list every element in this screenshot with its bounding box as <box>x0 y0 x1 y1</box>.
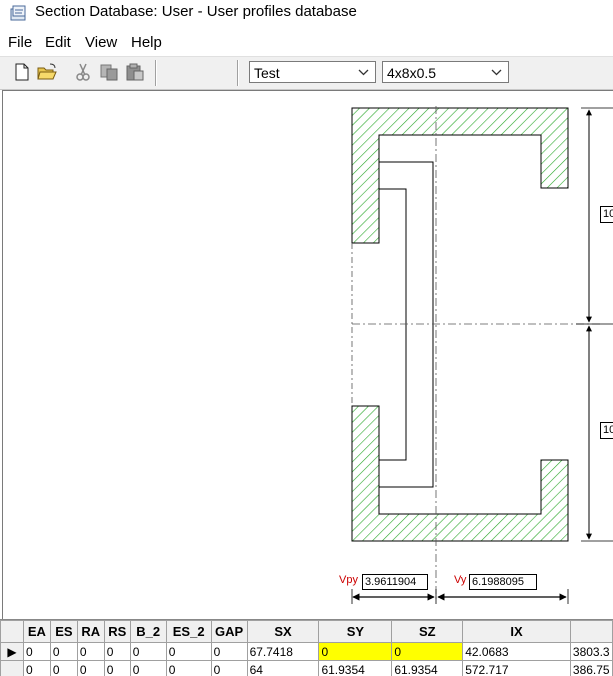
table-cell-highlighted[interactable]: 0 <box>392 643 463 661</box>
profile-type-value: Test <box>254 65 280 81</box>
toolbar-separator <box>155 60 157 86</box>
table-cell[interactable]: 386.75 <box>570 661 612 676</box>
table-cell[interactable]: 0 <box>77 661 104 676</box>
table-cell[interactable]: 0 <box>104 661 130 676</box>
table-header-row: EA ES RA RS B_2 ES_2 GAP SX SY SZ IX <box>1 621 613 643</box>
window-title: Section Database: User - User profiles d… <box>35 3 357 20</box>
column-header-gap[interactable]: GAP <box>211 621 247 643</box>
row-indicator[interactable] <box>1 661 24 676</box>
row-indicator[interactable]: ▶ <box>1 643 24 661</box>
column-header-es[interactable]: ES <box>50 621 77 643</box>
column-header-sy[interactable]: SY <box>319 621 392 643</box>
cut-icon[interactable] <box>72 62 94 82</box>
section-drawing <box>3 91 613 619</box>
table-cell[interactable]: 42.0683 <box>463 643 571 661</box>
table-row[interactable]: ▶ 0 0 0 0 0 0 0 67.7418 0 0 42.0683 3803… <box>1 643 613 661</box>
menu-bar: File Edit View Help <box>0 32 613 54</box>
table-cell[interactable]: 64 <box>247 661 319 676</box>
vy-value-box: 6.1988095 <box>469 574 537 590</box>
menu-view[interactable]: View <box>85 34 117 51</box>
table-cell[interactable]: 0 <box>77 643 104 661</box>
section-properties-grid[interactable]: EA ES RA RS B_2 ES_2 GAP SX SY SZ IX ▶ 0… <box>0 619 613 676</box>
title-bar: Section Database: User - User profiles d… <box>0 0 613 30</box>
column-header-es2[interactable]: ES_2 <box>166 621 211 643</box>
paste-icon[interactable] <box>124 62 146 82</box>
column-header-sx[interactable]: SX <box>247 621 319 643</box>
table-cell[interactable]: 0 <box>130 661 166 676</box>
section-name-select[interactable]: 4x8x0.5 <box>382 61 509 83</box>
column-header-next[interactable] <box>570 621 612 643</box>
table-cell[interactable]: 0 <box>166 661 211 676</box>
profile-type-select[interactable]: Test <box>249 61 376 83</box>
menu-help[interactable]: Help <box>131 34 162 51</box>
column-header-sz[interactable]: SZ <box>392 621 463 643</box>
copy-icon[interactable] <box>98 62 120 82</box>
chevron-down-icon <box>491 67 502 77</box>
column-header-ra[interactable]: RA <box>77 621 104 643</box>
table-cell[interactable]: 3803.3 <box>570 643 612 661</box>
column-header-ix[interactable]: IX <box>463 621 571 643</box>
dim-label-lower: 10 <box>600 422 613 439</box>
dim-label-upper: 10 <box>600 206 613 223</box>
menu-edit[interactable]: Edit <box>45 34 71 51</box>
table-cell[interactable]: 0 <box>166 643 211 661</box>
table-cell[interactable]: 0 <box>130 643 166 661</box>
table-cell[interactable]: 0 <box>104 643 130 661</box>
table-cell[interactable]: 0 <box>23 643 50 661</box>
open-folder-icon[interactable] <box>36 62 58 82</box>
vpy-label: Vpy <box>339 574 358 586</box>
vpy-value-box: 3.9611904 <box>362 574 428 590</box>
table-cell[interactable]: 61.9354 <box>319 661 392 676</box>
table-cell[interactable]: 0 <box>50 661 77 676</box>
table-cell[interactable]: 67.7418 <box>247 643 319 661</box>
table-cell[interactable]: 0 <box>23 661 50 676</box>
menu-file[interactable]: File <box>8 34 32 51</box>
table-cell-highlighted[interactable]: 0 <box>319 643 392 661</box>
table-cell[interactable]: 0 <box>50 643 77 661</box>
column-header <box>1 621 24 643</box>
table-cell[interactable]: 0 <box>211 661 247 676</box>
table-cell[interactable]: 0 <box>211 643 247 661</box>
section-drawing-canvas[interactable]: 10 10 Vpy 3.9611904 Vy 6.1988095 <box>2 90 613 619</box>
vy-label: Vy <box>454 574 466 586</box>
column-header-ea[interactable]: EA <box>23 621 50 643</box>
column-header-b2[interactable]: B_2 <box>130 621 166 643</box>
section-name-value: 4x8x0.5 <box>387 65 436 81</box>
table-cell[interactable]: 61.9354 <box>392 661 463 676</box>
app-icon <box>9 4 29 22</box>
toolbar-separator <box>237 60 239 86</box>
toolbar: Test 4x8x0.5 <box>0 56 613 90</box>
column-header-rs[interactable]: RS <box>104 621 130 643</box>
new-document-icon[interactable] <box>11 62 33 82</box>
table-cell[interactable]: 572.717 <box>463 661 571 676</box>
properties-table: EA ES RA RS B_2 ES_2 GAP SX SY SZ IX ▶ 0… <box>0 620 613 676</box>
inner-lip <box>379 162 433 487</box>
table-row[interactable]: 0 0 0 0 0 0 0 64 61.9354 61.9354 572.717… <box>1 661 613 676</box>
chevron-down-icon <box>358 67 369 77</box>
